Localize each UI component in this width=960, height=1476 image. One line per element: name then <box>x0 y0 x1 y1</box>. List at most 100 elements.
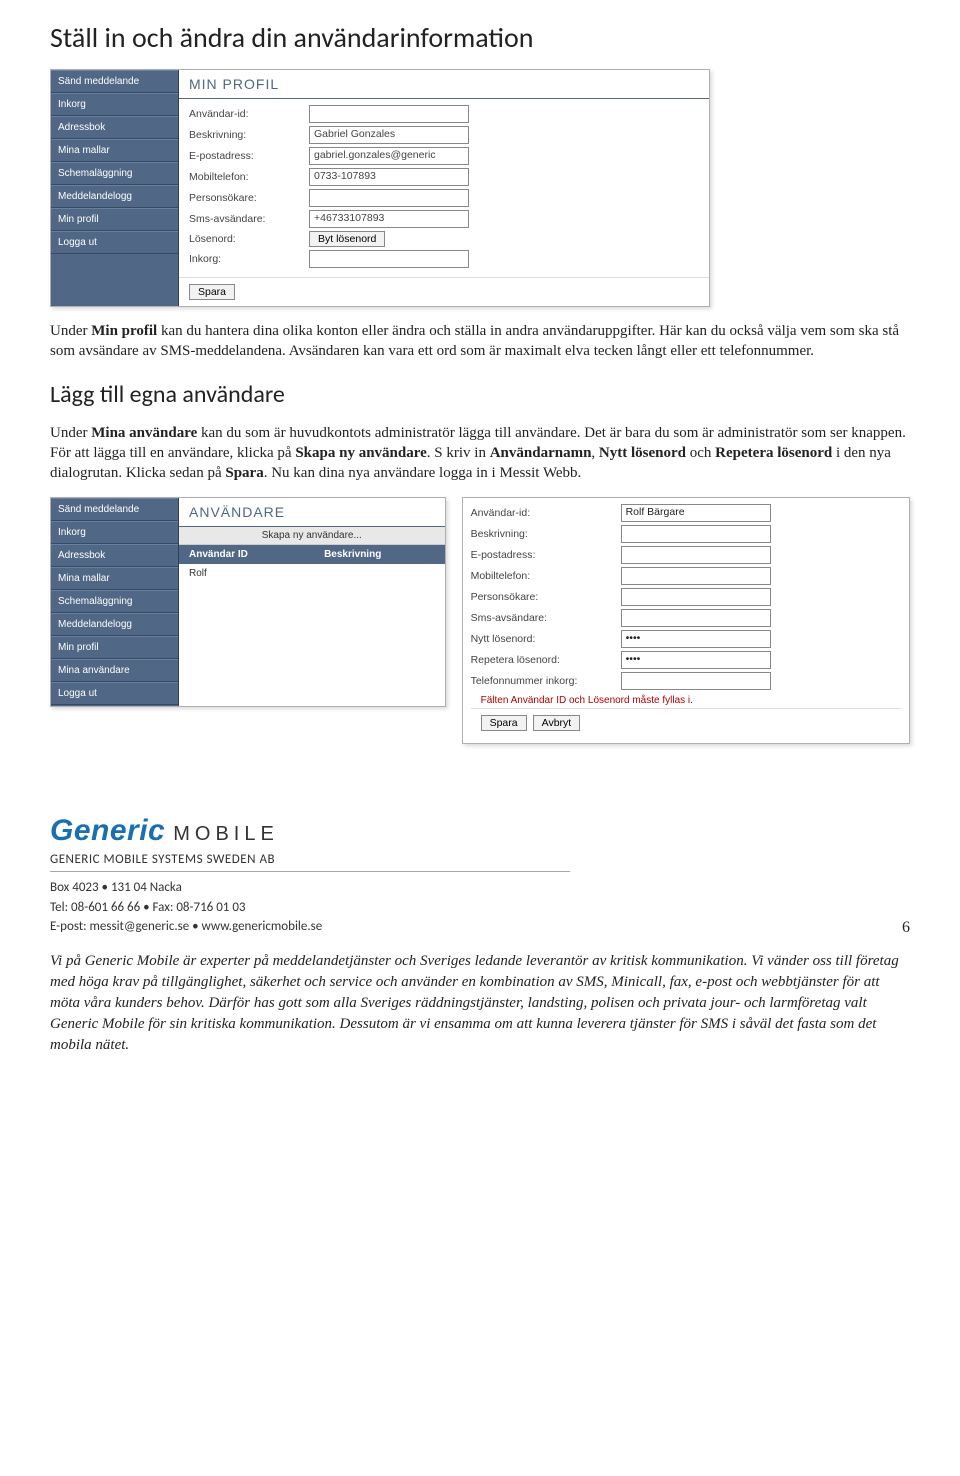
col-user-id: Användar ID <box>189 549 324 560</box>
paragraph-1: Under Min profil kan du hantera dina oli… <box>50 321 910 362</box>
user-id-field[interactable]: Rolf Bärgare <box>621 504 771 522</box>
profile-screenshot: Sänd meddelande Inkorg Adressbok Mina ma… <box>50 69 710 307</box>
description-field[interactable]: Gabriel Gonzales <box>309 126 469 144</box>
heading-1: Ställ in och ändra din användarinformati… <box>50 20 910 55</box>
paragraph-2: Under Mina användare kan du som är huvud… <box>50 423 910 484</box>
text: Under <box>50 323 91 339</box>
table-header: Användar ID Beskrivning <box>179 545 445 564</box>
email-field[interactable]: gabriel.gonzales@generic <box>309 147 469 165</box>
field-label: Mobiltelefon: <box>471 570 621 582</box>
heading-2: Lägg till egna användare <box>50 380 910 409</box>
sidebar-item[interactable]: Inkorg <box>51 93 178 116</box>
logo: Generic MOBILE <box>50 814 870 848</box>
change-password-button[interactable]: Byt lösenord <box>309 231 385 247</box>
description-field[interactable] <box>621 525 771 543</box>
table-row[interactable]: Rolf <box>179 564 445 583</box>
field-label: Telefonnummer inkorg: <box>471 675 621 687</box>
text: Under <box>50 425 91 441</box>
sidebar-item[interactable]: Adressbok <box>51 544 178 567</box>
bold-text: Skapa ny användare <box>295 445 426 461</box>
form-row: Inkorg: <box>189 250 699 268</box>
form-row: Nytt lösenord:•••• <box>471 630 901 648</box>
sidebar-item[interactable]: Meddelandelogg <box>51 185 178 208</box>
email-field[interactable] <box>621 546 771 564</box>
bold-text: Mina användare <box>91 425 197 441</box>
field-label: Lösenord: <box>189 233 309 245</box>
new-user-form: Användar-id:Rolf Bärgare Beskrivning: E-… <box>462 497 910 744</box>
mobile-field[interactable]: 0733-107893 <box>309 168 469 186</box>
mobile-field[interactable] <box>621 567 771 585</box>
address: Box 4023 • 131 04 Nacka <box>50 878 870 898</box>
text: . Nu kan dina nya användare logga in i M… <box>264 465 582 481</box>
form-row: Mobiltelefon:0733-107893 <box>189 168 699 186</box>
field-label: Användar-id: <box>471 507 621 519</box>
form-row: Mobiltelefon: <box>471 567 901 585</box>
field-label: Inkorg: <box>189 253 309 265</box>
form-row: Sms-avsändare:+46733107893 <box>189 210 699 228</box>
form-row: Användar-id:Rolf Bärgare <box>471 504 901 522</box>
users-screenshot: Sänd meddelande Inkorg Adressbok Mina ma… <box>50 497 446 707</box>
field-label: Nytt lösenord: <box>471 633 621 645</box>
save-button[interactable]: Spara <box>481 715 527 731</box>
repeat-password-field[interactable]: •••• <box>621 651 771 669</box>
email-web: E-post: messit@generic.se • www.genericm… <box>50 917 870 937</box>
logo-mobile: MOBILE <box>173 823 279 846</box>
text: , <box>591 445 599 461</box>
col-description: Beskrivning <box>324 549 435 560</box>
form-row: Beskrivning:Gabriel Gonzales <box>189 126 699 144</box>
sidebar-item[interactable]: Meddelandelogg <box>51 613 178 636</box>
bold-text: Nytt lösenord <box>599 445 686 461</box>
sidebar-item[interactable]: Min profil <box>51 636 178 659</box>
page-number: 6 <box>870 919 910 937</box>
users-panel: ANVÄNDARE Skapa ny användare... Användar… <box>179 498 445 706</box>
inbox-phone-field[interactable] <box>621 672 771 690</box>
sidebar-item[interactable]: Min profil <box>51 208 178 231</box>
users-sidebar: Sänd meddelande Inkorg Adressbok Mina ma… <box>51 498 179 706</box>
create-user-button[interactable]: Skapa ny användare... <box>179 527 445 545</box>
user-id-field[interactable] <box>309 105 469 123</box>
sidebar-item[interactable]: Mina mallar <box>51 567 178 590</box>
pager-field[interactable] <box>309 189 469 207</box>
sidebar-item[interactable]: Inkorg <box>51 521 178 544</box>
sidebar-item[interactable]: Schemaläggning <box>51 590 178 613</box>
sidebar-item[interactable]: Sänd meddelande <box>51 498 178 521</box>
form-row: Personsökare: <box>189 189 699 207</box>
field-label: Beskrivning: <box>189 129 309 141</box>
field-label: Användar-id: <box>189 108 309 120</box>
sidebar-item[interactable]: Logga ut <box>51 231 178 254</box>
form-row: Beskrivning: <box>471 525 901 543</box>
form-row: Lösenord:Byt lösenord <box>189 231 699 247</box>
sms-sender-field[interactable]: +46733107893 <box>309 210 469 228</box>
text: kan du hantera dina olika konton eller ä… <box>50 323 899 359</box>
sidebar-item[interactable]: Mina användare <box>51 659 178 682</box>
field-label: E-postadress: <box>471 549 621 561</box>
phone-fax: Tel: 08-601 66 66 • Fax: 08-716 01 03 <box>50 898 870 918</box>
inbox-field[interactable] <box>309 250 469 268</box>
logo-generic: Generic <box>50 814 165 848</box>
form-row: Repetera lösenord:•••• <box>471 651 901 669</box>
new-password-field[interactable]: •••• <box>621 630 771 648</box>
text: . S kriv in <box>427 445 490 461</box>
bold-text: Repetera lösenord <box>715 445 832 461</box>
text: och <box>686 445 715 461</box>
about-text: Vi på Generic Mobile är experter på medd… <box>50 951 910 1056</box>
sidebar-item[interactable]: Adressbok <box>51 116 178 139</box>
profile-panel: MIN PROFIL Användar-id: Beskrivning:Gabr… <box>179 70 709 306</box>
pager-field[interactable] <box>621 588 771 606</box>
page-footer: Generic MOBILE GENERIC MOBILE SYSTEMS SW… <box>50 814 910 1056</box>
field-label: Sms-avsändare: <box>471 612 621 624</box>
sidebar-item[interactable]: Sänd meddelande <box>51 70 178 93</box>
field-label: E-postadress: <box>189 150 309 162</box>
save-button[interactable]: Spara <box>189 284 235 300</box>
field-label: Mobiltelefon: <box>189 171 309 183</box>
bold-text: Min profil <box>91 323 157 339</box>
validation-hint: Fälten Användar ID och Lösenord måste fy… <box>471 693 901 708</box>
sms-sender-field[interactable] <box>621 609 771 627</box>
sidebar-item[interactable]: Schemaläggning <box>51 162 178 185</box>
field-label: Personsökare: <box>471 591 621 603</box>
field-label: Beskrivning: <box>471 528 621 540</box>
cancel-button[interactable]: Avbryt <box>533 715 581 731</box>
field-label: Sms-avsändare: <box>189 213 309 225</box>
sidebar-item[interactable]: Mina mallar <box>51 139 178 162</box>
sidebar-item[interactable]: Logga ut <box>51 682 178 705</box>
